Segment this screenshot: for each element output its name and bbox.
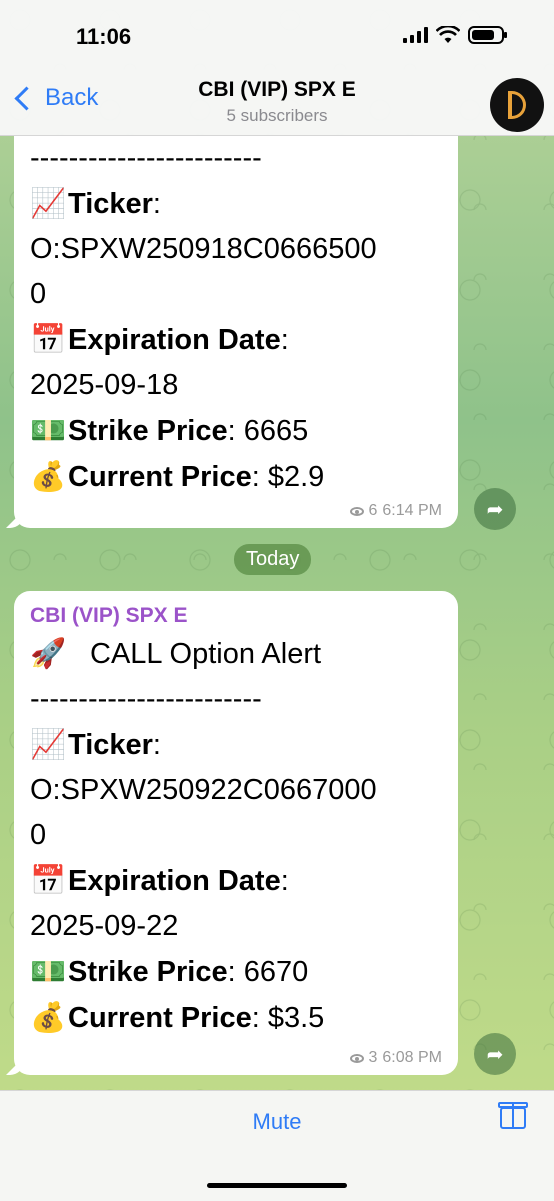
current-price-line: 💰Current Price: $2.9 — [30, 454, 442, 500]
rocket-icon: 🚀 — [30, 636, 67, 670]
forward-button[interactable]: ➦ — [474, 1033, 516, 1075]
ticker-line: 📈Ticker: — [30, 181, 442, 227]
sender-name[interactable]: CBI (VIP) SPX E — [30, 601, 442, 631]
gift-icon[interactable] — [498, 1102, 528, 1129]
strike-line: 💵Strike Price: 6670 — [30, 949, 442, 995]
message-meta: 3 6:08 PM — [349, 1049, 442, 1067]
message-bubble[interactable]: CBI (VIP) SPX E 🚀 CALL Option Alert -----… — [14, 591, 458, 1075]
wifi-icon — [436, 26, 460, 43]
home-indicator — [207, 1183, 347, 1188]
money-bag-icon: 💰 — [30, 459, 67, 493]
message-time: 6:14 PM — [382, 502, 442, 519]
calendar-icon: 📅 — [30, 863, 67, 897]
chart-up-icon: 📈 — [30, 186, 67, 220]
ticker-line: 📈Ticker: — [30, 722, 442, 768]
expiration-value: 2025-09-22 — [30, 910, 179, 942]
alert-line: 🚀 CALL Option Alert — [30, 631, 442, 677]
ticker-value-cont: 0 — [30, 278, 47, 310]
view-count: 6 — [368, 502, 378, 519]
ticker-value: O:SPXW250918C0666500 — [30, 233, 377, 265]
views-eye-icon — [349, 506, 364, 516]
forward-arrow-icon: ➦ — [486, 498, 504, 521]
expiration-line: 📅Expiration Date: — [30, 317, 442, 363]
top-bar: 11:06 Back CBI (VIP) SPX E 5 subscribers — [0, 0, 554, 136]
subscriber-count: 5 subscribers — [226, 106, 328, 125]
message-meta: 6 6:14 PM — [349, 502, 442, 520]
current-price-line: 💰Current Price: $3.5 — [30, 995, 442, 1041]
forward-button[interactable]: ➦ — [474, 488, 516, 530]
money-icon: 💵 — [30, 954, 67, 988]
money-bag-icon: 💰 — [30, 1000, 67, 1034]
ticker-value-cont: 0 — [30, 819, 47, 851]
channel-avatar[interactable] — [490, 78, 544, 132]
status-icons — [403, 26, 507, 44]
chat-title[interactable]: CBI (VIP) SPX E — [0, 78, 554, 102]
cellular-signal-icon — [403, 27, 428, 43]
views-eye-icon — [349, 1053, 364, 1063]
bottom-bar: Mute — [0, 1090, 554, 1201]
expiration-value: 2025-09-18 — [30, 369, 179, 401]
forward-arrow-icon: ➦ — [486, 1043, 504, 1066]
battery-icon — [468, 26, 507, 44]
calendar-icon: 📅 — [30, 322, 67, 356]
money-icon: 💵 — [30, 413, 67, 447]
message-time: 6:08 PM — [382, 1049, 442, 1066]
status-time: 11:06 — [76, 24, 132, 49]
divider-dashes: ------------------------ — [30, 142, 262, 174]
message-bubble[interactable]: ------------------------ 📈Ticker: O:SPXW… — [14, 136, 458, 528]
strike-line: 💵Strike Price: 6665 — [30, 408, 442, 454]
expiration-line: 📅Expiration Date: — [30, 858, 442, 904]
divider-dashes: ------------------------ — [30, 683, 262, 715]
view-count: 3 — [368, 1049, 378, 1066]
date-separator: Today — [234, 544, 312, 575]
channel-logo-icon — [508, 91, 526, 119]
chart-up-icon: 📈 — [30, 727, 67, 761]
mute-button[interactable]: Mute — [0, 1109, 554, 1135]
ticker-value: O:SPXW250922C0667000 — [30, 774, 377, 806]
